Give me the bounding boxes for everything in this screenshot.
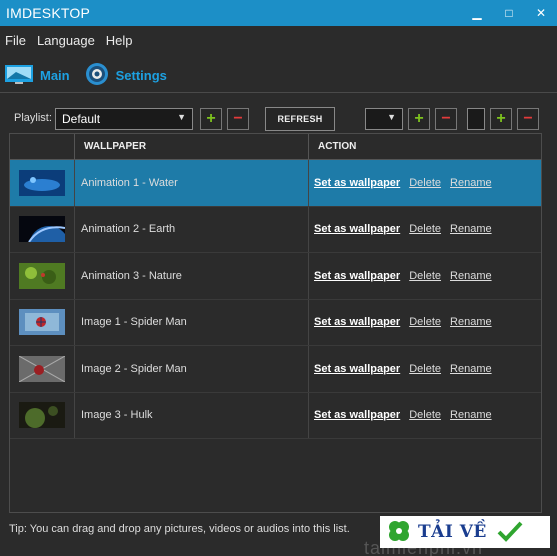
set-as-wallpaper-link[interactable]: Set as wallpaper: [314, 363, 400, 375]
add-item-button[interactable]: +: [408, 108, 430, 130]
tab-divider: [0, 92, 557, 93]
remove-playlist-button[interactable]: −: [227, 108, 249, 130]
wallpaper-name: Animation 1 - Water: [75, 160, 309, 206]
water-thumbnail: [19, 169, 65, 196]
list-item[interactable]: Image 1 - Spider Man Set as wallpaper De…: [10, 299, 541, 346]
menu-language[interactable]: Language: [32, 33, 101, 48]
add-playlist-button[interactable]: +: [200, 108, 222, 130]
watermark-brand: TẢI VỀ: [418, 522, 487, 542]
tab-main[interactable]: Main: [4, 58, 70, 92]
delete-link[interactable]: Delete: [409, 223, 441, 235]
wallpaper-column-header[interactable]: WALLPAPER: [75, 134, 309, 159]
third-select[interactable]: [467, 108, 485, 130]
wallpaper-name: Image 1 - Spider Man: [75, 299, 309, 345]
action-column-header[interactable]: ACTION: [309, 134, 541, 159]
list-item[interactable]: Image 3 - Hulk Set as wallpaper Delete R…: [10, 392, 541, 439]
tab-settings[interactable]: Settings: [84, 58, 167, 92]
delete-link[interactable]: Delete: [409, 270, 441, 282]
gear-icon: [84, 61, 110, 90]
wallpaper-name: Image 2 - Spider Man: [75, 346, 309, 392]
delete-link[interactable]: Delete: [409, 409, 441, 421]
wallpaper-name: Image 3 - Hulk: [75, 392, 309, 438]
rename-link[interactable]: Rename: [450, 270, 492, 282]
delete-link[interactable]: Delete: [409, 316, 441, 328]
menu-help[interactable]: Help: [101, 33, 139, 48]
maximize-button[interactable]: □: [493, 0, 525, 26]
nature-thumbnail: [19, 262, 65, 289]
spiderman-thumbnail: [19, 309, 65, 336]
rename-link[interactable]: Rename: [450, 223, 492, 235]
earth-thumbnail: [19, 216, 65, 243]
minimize-button[interactable]: ▁: [461, 0, 493, 26]
watermark-logo: TẢI VỀ: [380, 516, 550, 548]
monitor-icon: [4, 63, 34, 88]
list-item[interactable]: Animation 2 - Earth Set as wallpaper Del…: [10, 206, 541, 253]
playlist-select-value: Default: [62, 112, 101, 126]
spiderman2-thumbnail: [19, 355, 65, 382]
clover-icon: [386, 518, 412, 547]
hulk-thumbnail: [19, 402, 65, 429]
remove-button-2[interactable]: −: [517, 108, 539, 130]
window-title: IMDESKTOP: [6, 5, 91, 21]
wallpaper-name: Animation 3 - Nature: [75, 253, 309, 299]
playlist-select[interactable]: Default ▼: [55, 108, 193, 130]
playlist-label: Playlist:: [14, 112, 52, 124]
wallpaper-list[interactable]: WALLPAPER ACTION Animation 1 - Water Set…: [9, 133, 542, 513]
refresh-button[interactable]: REFRESH: [265, 107, 335, 131]
rename-link[interactable]: Rename: [450, 363, 492, 375]
set-as-wallpaper-link[interactable]: Set as wallpaper: [314, 316, 400, 328]
set-as-wallpaper-link[interactable]: Set as wallpaper: [314, 409, 400, 421]
checkmark-icon: [497, 520, 523, 545]
set-as-wallpaper-link[interactable]: Set as wallpaper: [314, 270, 400, 282]
second-select[interactable]: ▼: [365, 108, 403, 130]
list-item[interactable]: Animation 3 - Nature Set as wallpaper De…: [10, 253, 541, 300]
rename-link[interactable]: Rename: [450, 409, 492, 421]
tab-settings-label: Settings: [115, 67, 167, 83]
tab-bar: Main Settings: [0, 58, 557, 92]
add-button-2[interactable]: +: [490, 108, 512, 130]
tab-main-label: Main: [40, 67, 70, 83]
remove-item-button[interactable]: −: [435, 108, 457, 130]
tip-text: Tip: You can drag and drop any pictures,…: [9, 523, 350, 535]
rename-link[interactable]: Rename: [450, 316, 492, 328]
list-header: WALLPAPER ACTION: [10, 134, 541, 160]
chevron-down-icon: ▼: [387, 112, 396, 122]
close-button[interactable]: ✕: [525, 0, 557, 26]
menu-file[interactable]: File: [0, 33, 32, 48]
rename-link[interactable]: Rename: [450, 177, 492, 189]
set-as-wallpaper-link[interactable]: Set as wallpaper: [314, 177, 400, 189]
chevron-down-icon: ▼: [177, 112, 186, 122]
delete-link[interactable]: Delete: [409, 363, 441, 375]
playlist-toolbar: Playlist: Default ▼ + − REFRESH ▼ + − + …: [0, 105, 557, 133]
list-item[interactable]: Image 2 - Spider Man Set as wallpaper De…: [10, 346, 541, 393]
thumb-column-header: [10, 134, 75, 159]
wallpaper-name: Animation 2 - Earth: [75, 206, 309, 252]
list-item[interactable]: Animation 1 - Water Set as wallpaper Del…: [10, 160, 541, 207]
set-as-wallpaper-link[interactable]: Set as wallpaper: [314, 223, 400, 235]
title-bar: IMDESKTOP ▁ □ ✕: [0, 0, 557, 26]
delete-link[interactable]: Delete: [409, 177, 441, 189]
menu-bar: File Language Help: [0, 26, 557, 54]
